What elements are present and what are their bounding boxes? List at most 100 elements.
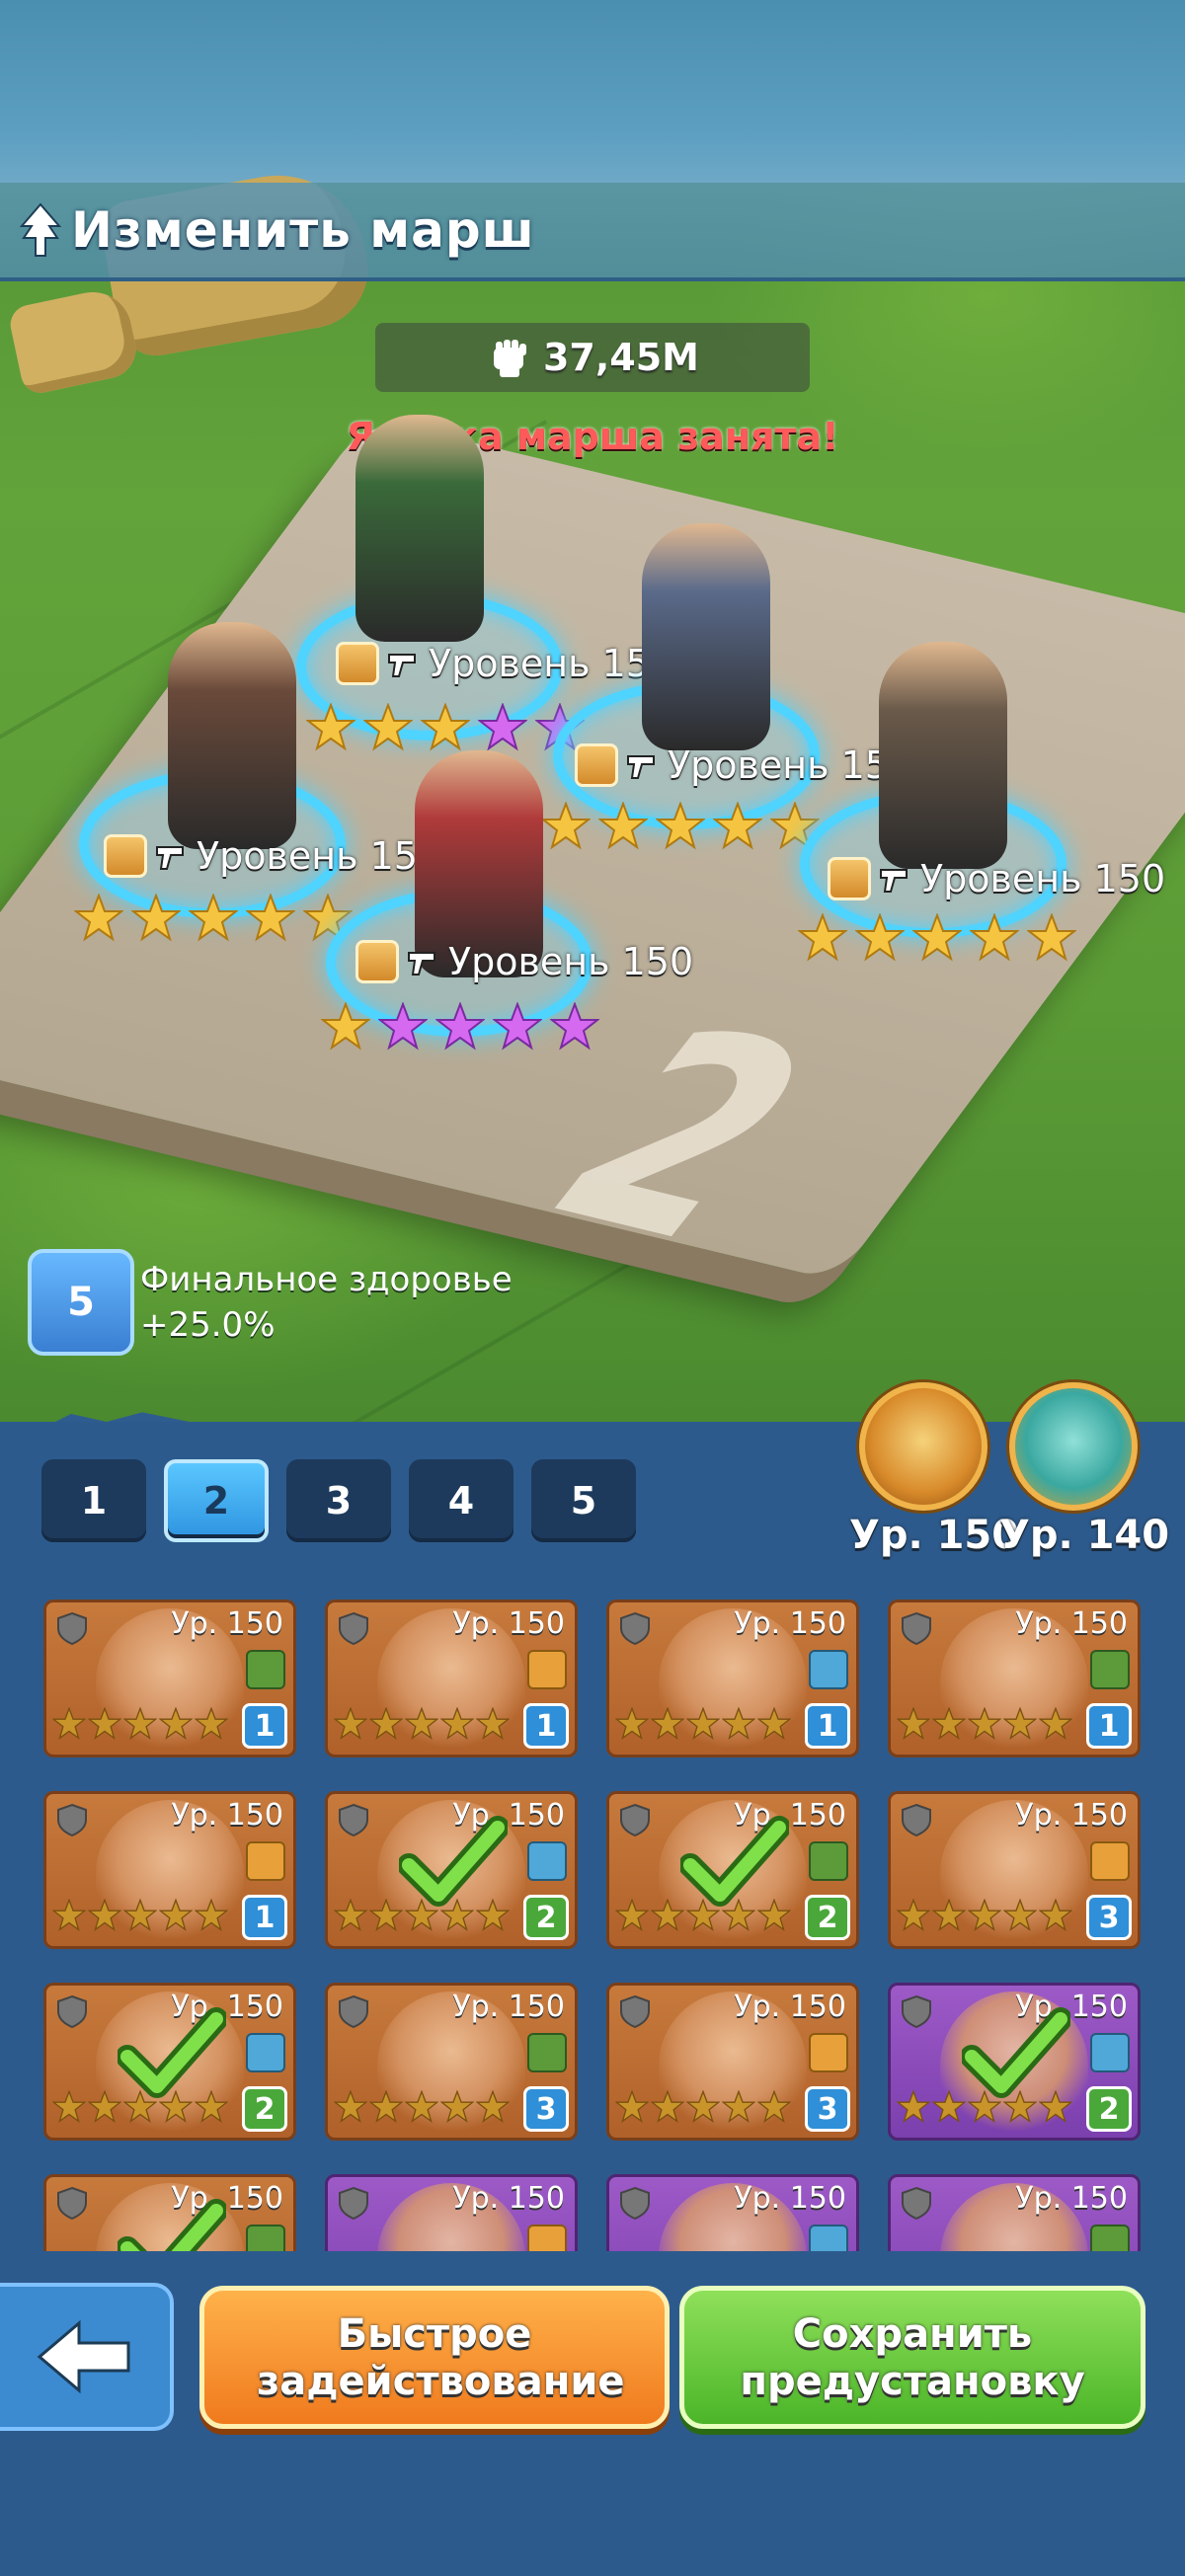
faction-icon	[809, 1841, 848, 1881]
star-icon	[1038, 1898, 1073, 1936]
tab-preset-2[interactable]: 2	[164, 1459, 269, 1542]
hero-figure[interactable]	[356, 415, 484, 642]
hero-card[interactable]: Ур. 150 1	[43, 1600, 296, 1757]
hero-card[interactable]: Ур. 150	[888, 2174, 1141, 2251]
faction-badge-icon	[828, 857, 871, 900]
faction-icon	[246, 2225, 285, 2251]
hero-card-level: Ур. 150	[1015, 2181, 1128, 2216]
gold-star-icon	[73, 893, 124, 943]
pet-slot-eagle[interactable]: Ур. 150	[849, 1382, 1019, 1558]
star-icon	[404, 2089, 439, 2128]
faction-icon	[809, 2033, 848, 2072]
hero-card[interactable]: Ур. 150 1	[325, 1600, 578, 1757]
gold-star-icon	[655, 801, 706, 851]
hero-card[interactable]: Ур. 150 2	[325, 1791, 578, 1949]
star-icon	[194, 1898, 229, 1936]
faction-icon	[809, 2225, 848, 2251]
star-icon	[1002, 1706, 1038, 1745]
faction-icon	[246, 2033, 285, 2072]
hero-count-badge: 1	[242, 1895, 287, 1940]
quick-deploy-label: Быстрое задействование	[257, 2310, 625, 2404]
star-icon	[967, 1706, 1002, 1745]
tab-preset-1[interactable]: 1	[41, 1459, 146, 1542]
gold-star-icon	[712, 801, 763, 851]
class-icon	[617, 1610, 653, 1646]
hero-count-badge: 1	[242, 1703, 287, 1749]
faction-icon	[1090, 1650, 1130, 1689]
hero-card-level: Ур. 150	[452, 1990, 565, 2024]
hero-count-badge: 1	[1086, 1703, 1132, 1749]
star-icon	[368, 1706, 404, 1745]
star-icon	[614, 1706, 650, 1745]
hero-card[interactable]: Ур. 150 3	[888, 1791, 1141, 1949]
hero-card-stars	[333, 1706, 511, 1745]
hero-card-level: Ур. 150	[452, 1606, 565, 1641]
hero-card[interactable]: Ур. 150	[606, 2174, 859, 2251]
quick-deploy-button[interactable]: Быстрое задействование	[199, 2286, 670, 2429]
star-icon	[333, 1706, 368, 1745]
hero-card-level: Ур. 150	[734, 1990, 846, 2024]
hero-figure[interactable]	[879, 642, 1007, 869]
star-icon	[1038, 1706, 1073, 1745]
star-icon	[896, 1706, 931, 1745]
tab-preset-4[interactable]: 4	[409, 1459, 514, 1542]
final-health-bonus[interactable]: 5 Финальное здоровье +25.0%	[28, 1249, 513, 1356]
hero-card-stars	[333, 2089, 511, 2128]
faction-icon	[246, 1841, 285, 1881]
gold-star-icon	[362, 702, 414, 752]
star-icon	[685, 2089, 721, 2128]
star-icon	[721, 1706, 756, 1745]
hero-card[interactable]: Ур. 150 2	[43, 1983, 296, 2141]
hero-card-level: Ур. 150	[1015, 1606, 1128, 1641]
pet-slot-dragon[interactable]: Ур. 140	[999, 1382, 1169, 1558]
hero-card-stars	[614, 2089, 792, 2128]
hero-figure[interactable]	[168, 622, 296, 849]
gold-star-icon	[1026, 912, 1077, 963]
hero-card[interactable]: Ур. 150	[43, 2174, 296, 2251]
star-icon	[404, 1706, 439, 1745]
hero-card-stars	[896, 1706, 1073, 1745]
gold-star-icon	[911, 912, 963, 963]
purple-star-icon	[549, 1001, 600, 1052]
back-button[interactable]	[0, 2283, 174, 2431]
hero-level-label: Уровень 150	[336, 642, 673, 685]
tab-preset-3[interactable]: 3	[286, 1459, 391, 1542]
star-icon	[756, 2089, 792, 2128]
star-icon	[87, 2089, 122, 2128]
star-icon	[1002, 1898, 1038, 1936]
star-icon	[333, 2089, 368, 2128]
class-icon	[899, 1993, 934, 2029]
star-icon	[896, 2089, 931, 2128]
hero-level-text: Уровень 150	[448, 940, 694, 983]
hero-card[interactable]: Ур. 150 2	[888, 1983, 1141, 2141]
pistol-icon	[877, 860, 914, 898]
star-icon	[685, 1706, 721, 1745]
hero-card[interactable]: Ур. 150 1	[43, 1791, 296, 1949]
gold-star-icon	[420, 702, 471, 752]
hero-level-text: Уровень 150	[429, 642, 674, 685]
hero-card[interactable]: Ур. 150 3	[606, 1983, 859, 2141]
star-icon	[650, 2089, 685, 2128]
checkmark-icon	[116, 2005, 228, 2104]
hero-level-text: Уровень 150	[668, 743, 913, 787]
hero-card-level: Ур. 150	[171, 1606, 283, 1641]
hero-card[interactable]: Ур. 150	[325, 2174, 578, 2251]
checkmark-icon	[678, 1814, 791, 1912]
faction-icon	[1090, 2033, 1130, 2072]
eagle-pet-icon	[859, 1382, 988, 1511]
dragon-pet-icon	[1009, 1382, 1138, 1511]
hero-card[interactable]: Ур. 150 3	[325, 1983, 578, 2141]
class-icon	[336, 1993, 371, 2029]
hero-figure[interactable]	[642, 523, 770, 750]
hero-card[interactable]: Ур. 150 1	[606, 1600, 859, 1757]
hero-card[interactable]: Ур. 150 2	[606, 1791, 859, 1949]
save-preset-button[interactable]: Сохранить предустановку	[679, 2286, 1146, 2429]
gold-star-icon	[130, 893, 182, 943]
star-icon	[931, 2089, 967, 2128]
hero-card[interactable]: Ур. 150 1	[888, 1600, 1141, 1757]
tab-preset-5[interactable]: 5	[531, 1459, 636, 1542]
star-icon	[931, 1706, 967, 1745]
hero-card-stars	[614, 1706, 792, 1745]
occupied-warning: Ячейка марша занята!	[346, 415, 839, 458]
star-icon	[51, 1706, 87, 1745]
